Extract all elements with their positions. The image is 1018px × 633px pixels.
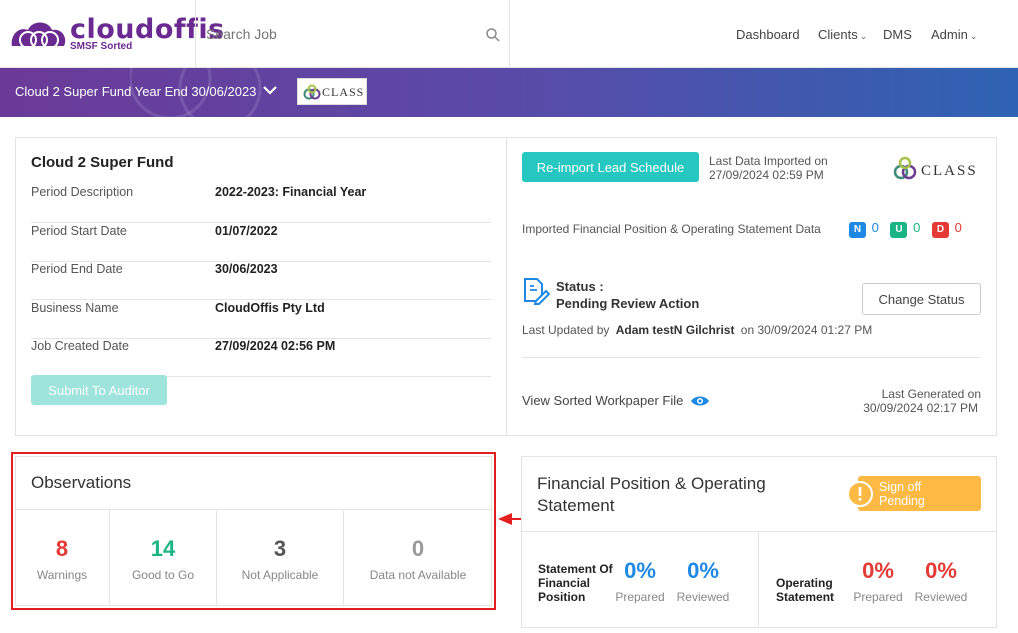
detail-value: 2022-2023: Financial Year bbox=[215, 185, 367, 199]
fund-name: Cloud 2 Super Fund bbox=[31, 154, 174, 171]
status-value: Pending Review Action bbox=[556, 296, 700, 311]
imported-data-label: Imported Financial Position & Operating … bbox=[522, 222, 821, 236]
divider bbox=[522, 357, 981, 358]
new-badge: N bbox=[849, 222, 866, 238]
chevron-down-icon: ⌄ bbox=[969, 31, 978, 41]
class-icon bbox=[893, 156, 917, 180]
search-icon[interactable] bbox=[486, 28, 500, 42]
detail-row: Period Start Date 01/07/2022 bbox=[31, 224, 491, 262]
deleted-count: 0 bbox=[954, 220, 962, 235]
detail-value: 27/09/2024 02:56 PM bbox=[215, 339, 336, 353]
divider bbox=[506, 137, 507, 436]
chevron-down-icon: ⌄ bbox=[859, 31, 868, 41]
reviewed-percent: 0% bbox=[687, 558, 719, 583]
prepared-percent: 0% bbox=[862, 558, 894, 583]
divider bbox=[758, 531, 759, 628]
view-workpaper-link[interactable]: View Sorted Workpaper File bbox=[522, 393, 683, 408]
detail-value: CloudOffis Pty Ltd bbox=[215, 301, 325, 315]
nav-dms[interactable]: DMS bbox=[883, 27, 912, 42]
top-bar: cloudoffis SMSF Sorted Dashboard Clients… bbox=[0, 0, 1018, 68]
job-banner: Cloud 2 Super Fund Year End 30/06/2023 C… bbox=[0, 68, 1018, 117]
class-logo-text: CLASS bbox=[921, 163, 978, 179]
detail-row: Period End Date 30/06/2023 bbox=[31, 262, 491, 300]
divider bbox=[509, 0, 510, 68]
reviewed-label: Reviewed bbox=[676, 590, 730, 604]
deleted-badge: D bbox=[931, 222, 949, 238]
detail-value: 01/07/2022 bbox=[215, 224, 278, 238]
detail-label: Period Description bbox=[31, 185, 134, 199]
nav-admin-label: Admin bbox=[931, 27, 968, 42]
warning-icon bbox=[847, 481, 873, 507]
logo-subtitle: SMSF Sorted bbox=[70, 41, 133, 52]
updated-badge: U bbox=[890, 222, 908, 238]
detail-row: Business Name CloudOffis Pty Ltd bbox=[31, 301, 491, 339]
job-title[interactable]: Cloud 2 Super Fund Year End 30/06/2023 bbox=[15, 84, 256, 99]
reviewed-label: Reviewed bbox=[914, 590, 968, 604]
detail-row: Job Created Date 27/09/2024 02:56 PM bbox=[31, 339, 491, 377]
class-icon bbox=[303, 84, 321, 100]
status-label: Status : bbox=[556, 279, 604, 294]
prepared-label: Prepared bbox=[615, 590, 665, 604]
statement-name: Operating Statement bbox=[776, 576, 835, 604]
class-logo: CLASS bbox=[297, 78, 367, 105]
change-status-button[interactable]: Change Status bbox=[862, 283, 981, 315]
document-edit-icon bbox=[524, 278, 550, 305]
nav-clients[interactable]: Clients ⌄ bbox=[818, 27, 867, 42]
divider bbox=[195, 0, 196, 68]
nav-dashboard[interactable]: Dashboard bbox=[736, 27, 800, 42]
class-logo-text: CLASS bbox=[322, 85, 365, 99]
last-generated-label: Last Generated on bbox=[881, 387, 981, 401]
prepared-label: Prepared bbox=[853, 590, 903, 604]
updated-count: 0 bbox=[913, 220, 921, 235]
signoff-label: Sign off Pending bbox=[879, 480, 925, 508]
statement-name: Statement Of Financial Position bbox=[538, 562, 613, 604]
last-imported-value: 27/09/2024 02:59 PM bbox=[709, 168, 824, 182]
cloudoffis-logo[interactable]: cloudoffis SMSF Sorted bbox=[8, 14, 224, 56]
last-updated-date: on 30/09/2024 01:27 PM bbox=[740, 323, 873, 337]
chevron-down-icon[interactable] bbox=[262, 82, 278, 98]
signoff-pending-badge[interactable]: Sign off Pending bbox=[847, 476, 981, 511]
eye-icon[interactable] bbox=[690, 394, 710, 408]
detail-label: Period Start Date bbox=[31, 224, 127, 238]
new-count: 0 bbox=[871, 220, 879, 235]
highlight-box bbox=[11, 452, 496, 610]
nav-admin[interactable]: Admin ⌄ bbox=[931, 27, 977, 42]
financial-title: Financial Position & Operating Statement bbox=[537, 474, 766, 515]
import-badges: N 0 U 0 D 0 bbox=[849, 220, 962, 238]
last-generated-value: 30/09/2024 02:17 PM bbox=[863, 401, 978, 415]
divider bbox=[521, 531, 997, 532]
detail-label: Period End Date bbox=[31, 262, 123, 276]
last-updated: Last Updated by Adam testN Gilchrist on … bbox=[522, 323, 872, 337]
search-input[interactable] bbox=[206, 26, 476, 42]
reviewed-percent: 0% bbox=[925, 558, 957, 583]
submit-to-auditor-button[interactable]: Submit To Auditor bbox=[31, 375, 167, 405]
detail-row: Period Description 2022-2023: Financial … bbox=[31, 185, 491, 223]
prepared-percent: 0% bbox=[624, 558, 656, 583]
detail-label: Job Created Date bbox=[31, 339, 129, 353]
reimport-lead-schedule-button[interactable]: Re-import Lead Schedule bbox=[522, 152, 699, 182]
detail-value: 30/06/2023 bbox=[215, 262, 278, 276]
last-imported-label: Last Data Imported on bbox=[709, 154, 828, 168]
last-updated-prefix: Last Updated by bbox=[522, 323, 610, 337]
cloud-rings-icon bbox=[11, 22, 66, 49]
last-updated-user: Adam testN Gilchrist bbox=[615, 323, 735, 337]
nav-clients-label: Clients bbox=[818, 27, 858, 42]
detail-label: Business Name bbox=[31, 301, 119, 315]
class-logo: CLASS bbox=[893, 155, 983, 183]
